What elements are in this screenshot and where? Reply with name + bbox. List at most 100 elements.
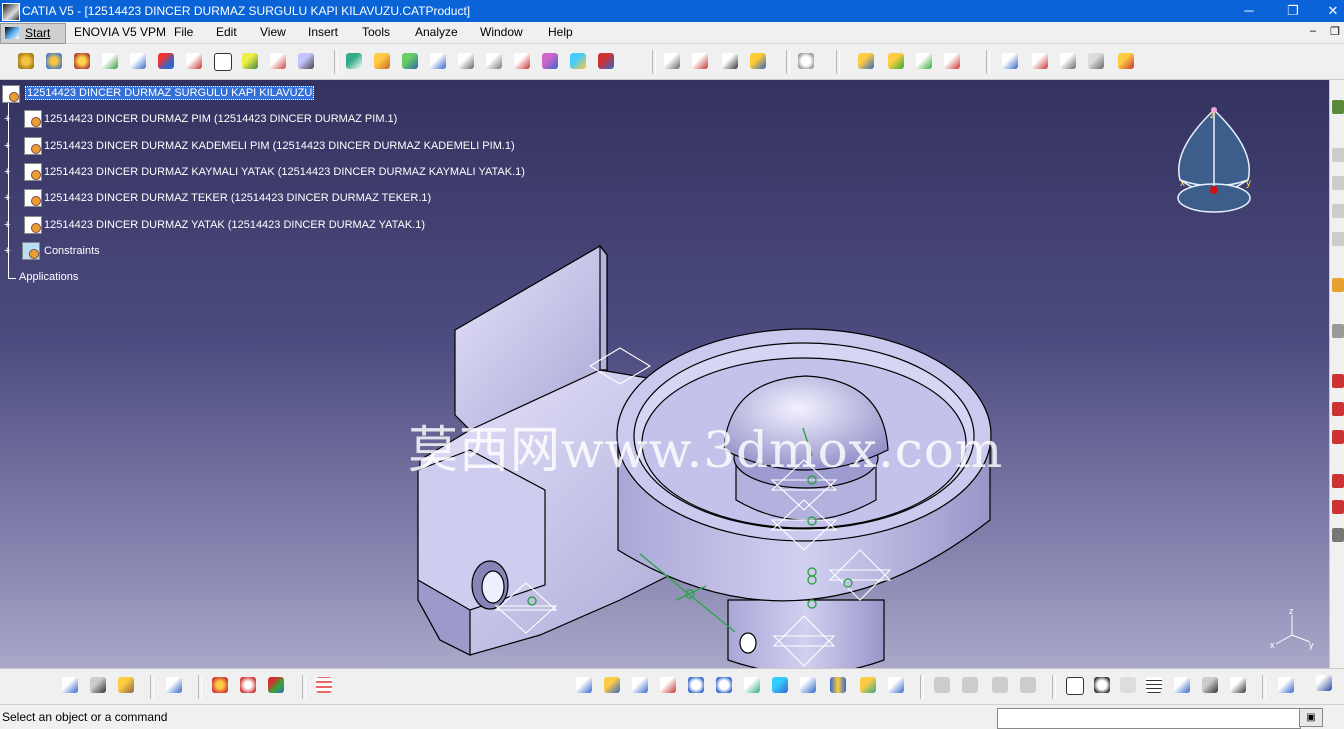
menu-window[interactable]: Window [480,25,523,39]
flag-note-button[interactable] [1058,51,1080,73]
bill-of-material-button[interactable] [240,51,262,73]
assembly-tool-button-2[interactable] [44,51,66,73]
disabled-tool-button-3[interactable] [990,675,1012,697]
annotation-icon[interactable] [1332,374,1344,388]
settings-icon[interactable] [1332,324,1344,338]
sketch-icon[interactable] [1332,148,1344,162]
apply-material-button[interactable] [164,675,186,697]
3d-viewport[interactable]: z x y z x y 莫西网www.3dmox.com 12514423 DI… [0,80,1329,668]
tree-item-kaymali-yatak[interactable]: 12514423 DINCER DURMAZ KAYMALI YATAK (12… [44,166,525,178]
text-annotation-button[interactable] [1030,51,1052,73]
zoom-out-button[interactable] [714,675,736,697]
start-menu[interactable]: Start [0,23,66,44]
measure-item-button[interactable] [88,675,110,697]
tree-item-teker[interactable]: 12514423 DINCER DURMAZ TEKER (12514423 D… [44,192,431,204]
fix-component-button[interactable] [456,51,478,73]
close-button[interactable]: ✕ [1310,0,1344,22]
guide-fin-face[interactable] [599,244,608,371]
design-table-button[interactable] [1144,675,1166,697]
menu-analyze[interactable]: Analyze [415,25,458,39]
tree-item-pim[interactable]: 12514423 DINCER DURMAZ PIM (12514423 DIN… [44,113,397,125]
distance-band-button[interactable] [942,51,964,73]
view-annotation-button[interactable] [1086,51,1108,73]
multi-view-button[interactable] [770,675,792,697]
catalog-browser-button[interactable] [1276,675,1298,697]
clash-button[interactable] [886,51,908,73]
measure-inertia-button[interactable] [60,675,82,697]
part-icon[interactable] [24,137,42,155]
lock-button[interactable] [1200,675,1222,697]
manipulation-button[interactable] [690,51,712,73]
formula-button[interactable] [1064,675,1086,697]
numbering-button[interactable] [184,51,206,73]
tree-item-kademeli-pim[interactable]: 12514423 DINCER DURMAZ KADEMELI PIM (125… [44,140,515,152]
space-analysis-button[interactable] [856,51,878,73]
contact-constraint-button[interactable] [372,51,394,73]
tree-root-node[interactable]: 12514423 DINCER DURMAZ SURGULU KAPI KILA… [25,86,315,100]
iso-view-button[interactable] [798,675,820,697]
disabled-tool-button-2[interactable] [960,675,982,697]
render-style-button[interactable] [210,675,232,697]
change-constraint-button[interactable] [568,51,590,73]
tree-item-yatak[interactable]: 12514423 DINCER DURMAZ YATAK (12514423 D… [44,219,425,231]
comment-button[interactable] [1092,675,1114,697]
minimize-button[interactable]: ─ [1226,0,1272,22]
reuse-pattern-button[interactable] [596,51,618,73]
highlight-icon[interactable] [1332,278,1344,292]
coincidence-constraint-button[interactable] [344,51,366,73]
multi-instantiation-button[interactable] [212,51,234,73]
parameters-button[interactable] [1228,675,1250,697]
render-icon[interactable] [1332,500,1344,514]
view-mode-button[interactable] [828,675,850,697]
pan-button[interactable] [630,675,652,697]
menu-file[interactable]: File [174,25,193,39]
update-button[interactable] [796,51,818,73]
disabled-tool-button-4[interactable] [1018,675,1040,697]
menu-help[interactable]: Help [548,25,573,39]
workbench-icon[interactable] [1332,100,1344,114]
annotation-icon[interactable] [1332,402,1344,416]
reorder-button[interactable] [156,51,178,73]
constraints-icon[interactable] [22,242,40,260]
fly-mode-button[interactable] [574,675,596,697]
command-execute-button[interactable]: ▣ [1299,708,1323,727]
menu-insert[interactable]: Insert [308,25,338,39]
scenes-button[interactable] [268,51,290,73]
flexible-subassembly-button[interactable] [540,51,562,73]
law-button[interactable] [1172,675,1194,697]
part-icon[interactable] [24,216,42,234]
compass-widget[interactable]: z x y [1177,107,1251,213]
grid-button[interactable] [314,675,336,697]
tree-item-constraints[interactable]: Constraints [44,245,100,257]
point-icon[interactable] [1332,204,1344,218]
mass-button[interactable] [116,675,138,697]
part-icon[interactable] [24,189,42,207]
explode-button[interactable] [662,51,684,73]
hide-show-button[interactable] [858,675,880,697]
fit-all-button[interactable] [602,675,624,697]
part-icon[interactable] [24,163,42,181]
expand-icon[interactable]: + [4,246,13,257]
assembly-tool-button-3[interactable] [72,51,94,73]
snap-button[interactable] [720,51,742,73]
menu-tools[interactable]: Tools [362,25,390,39]
lighting-button[interactable] [266,675,288,697]
weld-button[interactable] [1116,51,1138,73]
expand-icon[interactable]: + [4,167,13,178]
mdi-minimize-button[interactable]: – [1310,25,1316,37]
menu-view[interactable]: View [260,25,286,39]
quick-constraint-button[interactable] [512,51,534,73]
command-input[interactable] [997,708,1301,729]
expand-icon[interactable]: + [4,193,13,204]
shading-button[interactable] [238,675,260,697]
smart-move-button[interactable] [748,51,770,73]
publication-button[interactable] [296,51,318,73]
offset-constraint-button[interactable] [400,51,422,73]
menu-edit[interactable]: Edit [216,25,237,39]
expand-icon[interactable]: + [4,220,13,231]
normal-view-button[interactable] [742,675,764,697]
angle-constraint-button[interactable] [428,51,450,73]
rotate-button[interactable] [658,675,680,697]
mdi-restore-button[interactable]: ❐ [1330,25,1340,38]
disabled-tool-button-1[interactable] [932,675,954,697]
